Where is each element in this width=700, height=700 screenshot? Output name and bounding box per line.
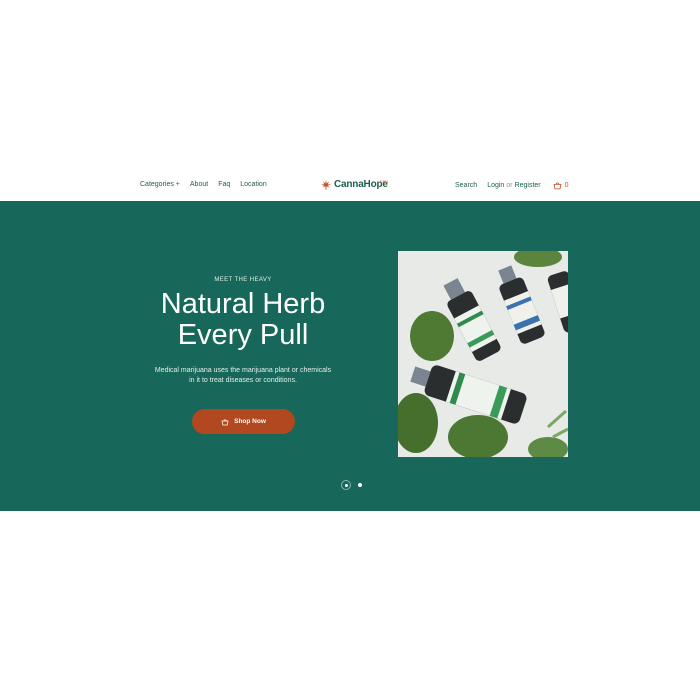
hero-headline-line1: Natural Herb: [160, 288, 326, 320]
cart-button[interactable]: 0: [553, 181, 569, 190]
logo-subtext: CBD: [379, 179, 389, 184]
basket-icon: [553, 182, 562, 190]
nav-faq[interactable]: Faq: [218, 181, 230, 188]
slider-dot-1[interactable]: [341, 480, 351, 490]
hero-description-line1: Medical marijuana uses the marijuana pla…: [154, 367, 332, 374]
hero-headline: Natural Herb Every Pull: [123, 289, 363, 351]
hero-description: Medical marijuana uses the marijuana pla…: [128, 366, 358, 386]
hero-eyebrow: MEET THE HEAVY: [214, 277, 272, 283]
nav-location[interactable]: Location: [240, 181, 266, 188]
cart-count: 0: [564, 182, 569, 189]
hero-description-line2: in it to treat diseases or conditions.: [189, 377, 297, 384]
hero-banner: MEET THE HEAVY Natural Herb Every Pull M…: [0, 201, 700, 511]
nav-about[interactable]: About: [190, 181, 208, 188]
account-nav: Search Login or Register 0: [455, 181, 569, 190]
slider-dot-2[interactable]: [358, 483, 362, 487]
search-link[interactable]: Search: [455, 182, 477, 189]
shop-now-button[interactable]: Shop Now: [192, 409, 295, 434]
cannabis-leaf-icon: [321, 180, 331, 190]
main-nav: Categories + About Faq Location: [140, 181, 267, 188]
site-logo[interactable]: CannaHope CBD: [320, 177, 388, 193]
basket-icon: [221, 418, 229, 425]
hero-headline-line2: Every Pull: [177, 319, 309, 351]
register-link[interactable]: Register: [515, 182, 541, 189]
login-or-text: or: [506, 182, 513, 189]
login-link[interactable]: Login: [487, 182, 504, 189]
nav-categories[interactable]: Categories +: [140, 181, 180, 188]
product-photo: [398, 251, 568, 457]
slider-pagination: [341, 480, 362, 490]
shop-now-label: Shop Now: [234, 418, 266, 425]
site-header: Categories + About Faq Location CannaHop…: [0, 172, 700, 201]
